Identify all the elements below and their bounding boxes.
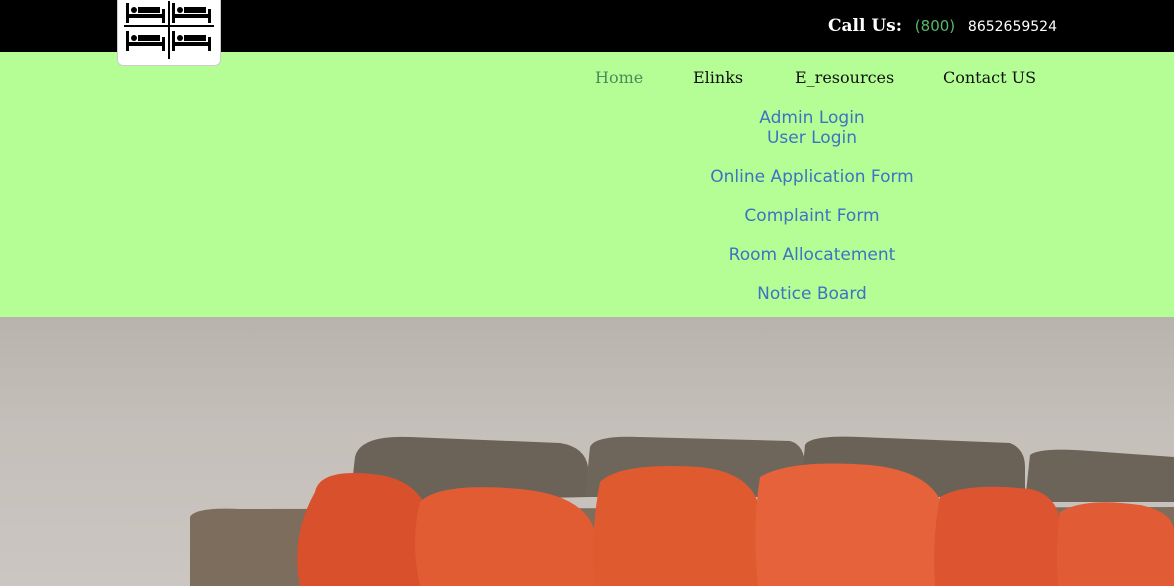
hero-image (0, 317, 1174, 586)
user-login-link[interactable]: User Login (611, 128, 1013, 148)
sofa-image (190, 436, 1174, 586)
dropdown-menu: Admin Login User Login Online Applicatio… (611, 108, 1013, 304)
admin-login-link[interactable]: Admin Login (611, 108, 1013, 128)
nav-elinks[interactable]: Elinks (693, 68, 743, 87)
call-us-label: Call Us: (827, 16, 903, 36)
complaint-form-link[interactable]: Complaint Form (611, 206, 1013, 226)
room-allocatement-link[interactable]: Room Allocatement (611, 245, 1013, 265)
phone-number: 8652659524 (967, 19, 1057, 35)
online-application-form-link[interactable]: Online Application Form (611, 167, 1013, 187)
nav-contact-us[interactable]: Contact US (943, 68, 1036, 87)
notice-board-link[interactable]: Notice Board (611, 284, 1013, 304)
call-us: Call Us: (800) 8652659524 (828, 16, 1057, 36)
nav-home[interactable]: Home (595, 68, 643, 87)
area-code: (800) (914, 17, 956, 35)
nav-e-resources[interactable]: E_resources (795, 68, 894, 87)
nav-band: Home Elinks E_resources Contact US Admin… (0, 52, 1174, 317)
hostel-beds-icon (124, 1, 214, 59)
site-logo[interactable] (117, 0, 221, 66)
